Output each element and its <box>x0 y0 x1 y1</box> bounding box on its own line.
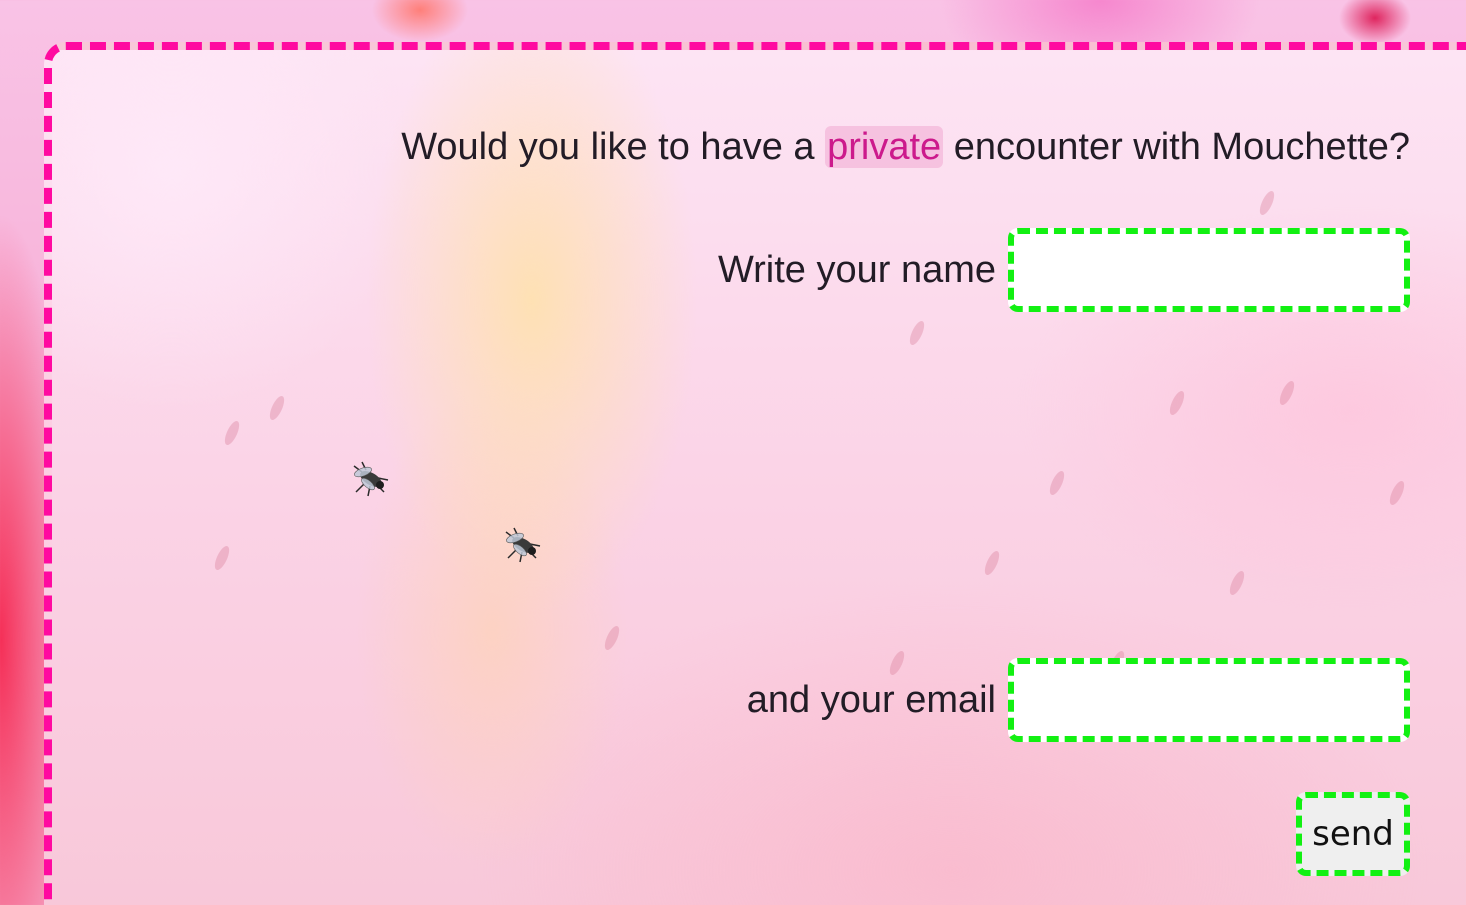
name-label: Write your name <box>717 248 996 291</box>
petal-speck <box>1046 469 1068 497</box>
email-input[interactable] <box>1008 658 1410 742</box>
petal-speck <box>1276 379 1298 407</box>
petal-speck <box>1256 189 1278 217</box>
fly-icon[interactable] <box>348 460 392 500</box>
petal-speck <box>221 419 243 447</box>
question-end: encounter with Mouchette? <box>943 126 1410 168</box>
private-highlight: private <box>825 126 944 168</box>
form-panel <box>44 42 1466 905</box>
petal-speck <box>1226 569 1248 597</box>
send-button[interactable]: send <box>1296 792 1410 876</box>
email-row: and your email <box>747 658 1410 742</box>
petal-speck <box>906 319 928 347</box>
question-start: Would you like to have a <box>401 126 826 168</box>
petal-speck <box>1166 389 1188 417</box>
invitation-question: Would you like to have a private encount… <box>401 126 1410 169</box>
name-row: Write your name <box>718 228 1410 312</box>
fly-icon[interactable] <box>500 526 544 566</box>
petal-speck <box>1386 479 1408 507</box>
petal-speck <box>266 394 288 422</box>
page: { "question": { "before": "Would you lik… <box>0 0 1466 905</box>
name-input[interactable] <box>1008 228 1410 312</box>
email-label: and your email <box>746 678 996 721</box>
petal-speck <box>981 549 1003 577</box>
petal-speck <box>601 624 623 652</box>
petal-speck <box>211 544 233 572</box>
